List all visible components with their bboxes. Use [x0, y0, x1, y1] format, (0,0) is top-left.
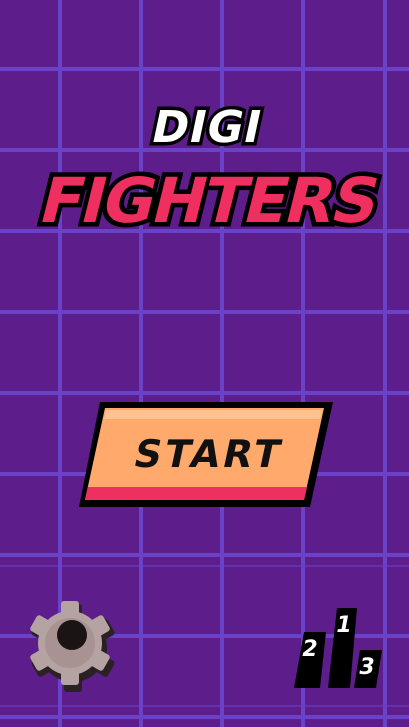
start-button[interactable]: START — [76, 399, 336, 509]
podium-icon: 2 1 3 — [294, 608, 382, 688]
gear-icon — [30, 601, 115, 692]
game-title: DIGI FIGHTERS — [28, 99, 390, 240]
title-line-digi: DIGI — [147, 102, 267, 152]
leaderboard-button[interactable]: 2 1 3 — [290, 602, 384, 690]
main-menu-screen: DIGI FIGHTERS START 2 1 3 — [0, 0, 409, 727]
settings-button[interactable] — [20, 593, 122, 695]
start-button-label: START — [130, 432, 288, 477]
title-line-fighters: FIGHTERS — [33, 165, 386, 237]
podium-place-3: 3 — [359, 655, 374, 680]
podium-place-2: 2 — [302, 637, 317, 662]
podium-place-1: 1 — [336, 613, 351, 638]
